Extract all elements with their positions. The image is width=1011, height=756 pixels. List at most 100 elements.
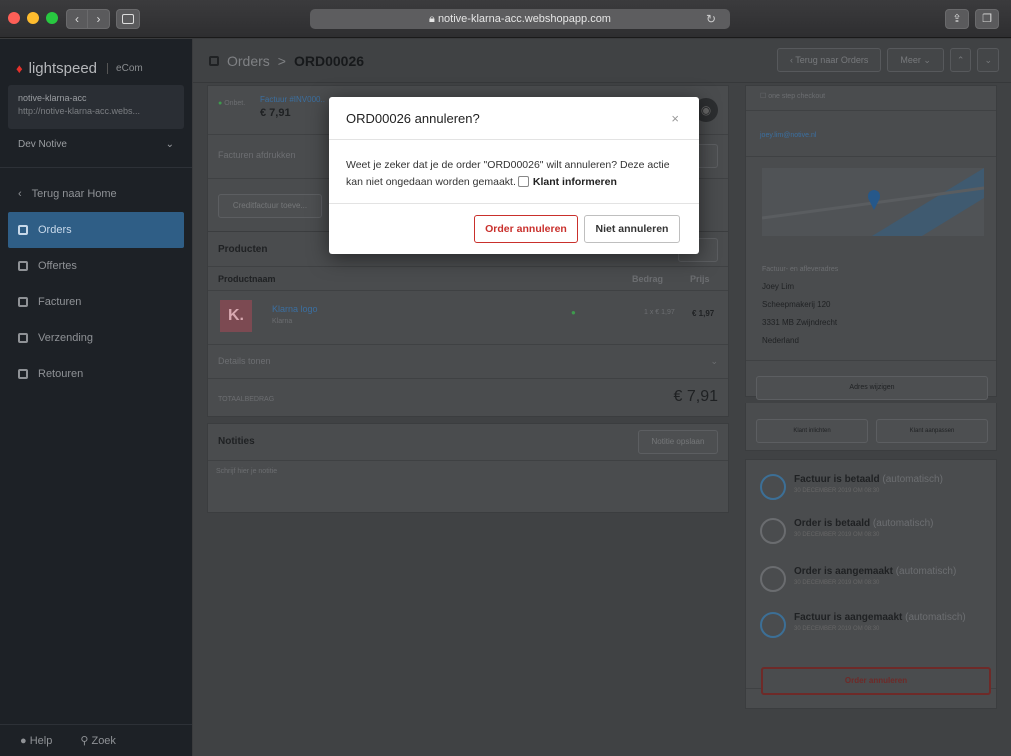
sidebar-item-verzending[interactable]: Verzending — [0, 320, 192, 356]
timeline-entry: Order is betaald (automatisch) 30 DECEMBE… — [760, 518, 934, 544]
chevron-down-icon: ⌄ — [165, 139, 174, 150]
sidebar-toggle-icon[interactable] — [116, 9, 140, 29]
environment-selector[interactable]: Dev Notive ⌄ — [0, 129, 192, 161]
timeline-date: 30 DECEMBER 2019 OM 08:30 — [794, 488, 880, 494]
share-icon[interactable]: ⇪ — [945, 9, 969, 29]
status-dot-icon: ● — [218, 100, 223, 107]
product-qty-price: 1 x € 1,97 — [644, 309, 675, 316]
forward-icon[interactable]: › — [88, 9, 110, 29]
button-label: Meer — [900, 55, 921, 65]
sidebar-item-orders[interactable]: Orders — [8, 212, 184, 248]
edit-address-button[interactable]: Adres wijzigen — [756, 376, 988, 400]
timeline-title: Order is aangemaakt — [794, 566, 893, 577]
print-invoices-link[interactable]: Facturen afdrukken — [218, 150, 296, 160]
back-to-orders-button[interactable]: ‹ Terug naar Orders — [776, 48, 882, 72]
timeline-date: 30 DECEMBER 2019 OM 08:30 — [794, 532, 880, 538]
next-order-button[interactable]: ⌄ — [977, 48, 999, 72]
column-header-amount: Bedrag — [632, 274, 664, 284]
quotes-icon — [18, 261, 28, 271]
credit-invoice-button[interactable]: Creditfactuur toeve... — [218, 194, 322, 218]
app-sidebar: ♦ lightspeed eCom notive-klarna-acc http… — [0, 39, 192, 756]
product-name-link[interactable]: Klarna logo — [272, 304, 318, 314]
invoice-link[interactable]: Factuur #INV000.. — [260, 95, 325, 104]
save-note-button[interactable]: Notitie opslaan — [638, 430, 718, 454]
close-window-button[interactable] — [8, 12, 20, 24]
column-header-product: Productnaam — [218, 274, 276, 284]
notes-title: Notities — [218, 436, 255, 447]
inform-customer-checkbox[interactable] — [517, 176, 529, 187]
notes-panel: Notities Notitie opslaan Schrijf hier je… — [207, 423, 729, 513]
timeline-entry: Factuur is aangemaakt (automatisch) 30 DE… — [760, 612, 966, 638]
zoom-window-button[interactable] — [46, 12, 58, 24]
invoice-status-label: Onbet. — [224, 100, 246, 107]
return-icon — [18, 369, 28, 379]
browser-toolbar: ‹ › 🔒︎ notive-klarna-acc.webshopapp.com … — [0, 0, 1011, 38]
timeline-title: Factuur is betaald — [794, 474, 880, 485]
dialog-title: ORD00026 annuleren? — [346, 111, 480, 126]
sidebar-item-label: Orders — [38, 224, 72, 236]
address-title: Factuur- en afleveradres — [762, 266, 839, 273]
customer-actions: Klant inlichten Klant aanpassen — [745, 403, 997, 451]
timeline-title: Factuur is aangemaakt — [794, 612, 903, 623]
breadcrumb-separator: > — [277, 52, 286, 69]
order-event-icon — [760, 518, 786, 544]
invoice-amount: € 7,91 — [260, 107, 291, 119]
sidebar-item-back-home[interactable]: ‹ Terug naar Home — [0, 176, 192, 212]
breadcrumb-orders[interactable]: Orders — [227, 53, 270, 69]
product-brand: Klarna — [272, 318, 293, 325]
edit-customer-button[interactable]: Klant aanpassen — [876, 419, 988, 443]
column-header-price: Prijs — [690, 274, 710, 284]
products-title: Producten — [218, 244, 268, 255]
previous-order-button[interactable]: ⌃ — [949, 48, 972, 72]
search-label: Zoek — [91, 735, 116, 747]
breadcrumb-current: ORD00026 — [293, 52, 365, 69]
address-line: 3331 MB Zwijndrecht — [762, 318, 838, 327]
invoice-event-icon — [760, 474, 786, 500]
chevron-down-icon[interactable]: ⌄ — [710, 356, 718, 367]
address-map[interactable] — [762, 168, 984, 236]
inform-customer-button[interactable]: Klant inlichten — [756, 419, 868, 443]
dialog-message: Weet je zeker dat je de order "ORD00026"… — [346, 159, 670, 188]
search-button[interactable]: ⚲ Zoek — [80, 734, 116, 747]
dismiss-button[interactable]: Niet annuleren — [584, 215, 680, 243]
reload-icon[interactable]: ↻ — [706, 9, 716, 29]
sidebar-item-retouren[interactable]: Retouren — [0, 356, 192, 392]
chevron-left-icon: ‹ — [18, 188, 22, 200]
cancel-order-button[interactable]: Order annuleren — [761, 667, 991, 695]
back-icon[interactable]: ‹ — [66, 9, 88, 29]
brand-name: lightspeed — [28, 59, 98, 77]
shop-name: notive-klarna-acc — [18, 93, 87, 103]
tabs-overview-icon[interactable]: ❐ — [975, 9, 999, 29]
environment-label: Dev Notive — [18, 139, 67, 150]
sidebar-item-label: Facturen — [38, 296, 82, 308]
sidebar-item-label: Retouren — [38, 368, 84, 380]
confirm-cancel-order-button[interactable]: Order annuleren — [474, 215, 578, 243]
sidebar-item-offertes[interactable]: Offertes — [0, 248, 192, 284]
dialog-body: Weet je zeker dat je de order "ORD00026"… — [329, 140, 699, 204]
close-icon[interactable]: × — [671, 111, 679, 126]
help-label: Help — [29, 734, 53, 747]
brand-logo[interactable]: ♦ lightspeed eCom — [0, 39, 192, 83]
shop-switcher[interactable]: notive-klarna-acc http://notive-klarna-a… — [8, 85, 184, 129]
timeline-entry: Factuur is betaald (automatisch) 30 DECEM… — [760, 474, 943, 500]
minimize-window-button[interactable] — [27, 12, 39, 24]
sidebar-item-facturen[interactable]: Facturen — [0, 284, 192, 320]
help-button[interactable]: ● Help — [20, 735, 52, 747]
show-details-link[interactable]: Details tonen — [218, 356, 271, 366]
more-button[interactable]: Meer ⌄ — [887, 48, 944, 72]
cancel-order-dialog: ORD00026 annuleren? × Weet je zeker dat … — [329, 97, 699, 254]
timeline-entry: Order is aangemaakt (automatisch) 30 DECE… — [760, 566, 956, 592]
address-bar[interactable]: 🔒︎ notive-klarna-acc.webshopapp.com ↻ — [310, 9, 730, 29]
inform-customer-label[interactable]: Klant informeren — [533, 176, 617, 188]
timeline-note: (automatisch) — [905, 612, 966, 623]
invoice-icon — [18, 297, 28, 307]
orders-icon — [209, 55, 219, 66]
customer-panel: ☐ one step checkout joey.lim@notive.nl F… — [745, 85, 997, 400]
truck-icon — [18, 333, 28, 343]
products-panel: Producten Productnaam Bedrag Prijs K. Kl… — [207, 231, 729, 417]
customer-email-link[interactable]: joey.lim@notive.nl — [760, 132, 816, 139]
address-line: Joey Lim — [762, 282, 795, 291]
product-price: € 1,97 — [692, 309, 715, 318]
map-graphic — [762, 168, 984, 236]
note-textarea[interactable]: Schrijf hier je notitie — [216, 468, 277, 475]
